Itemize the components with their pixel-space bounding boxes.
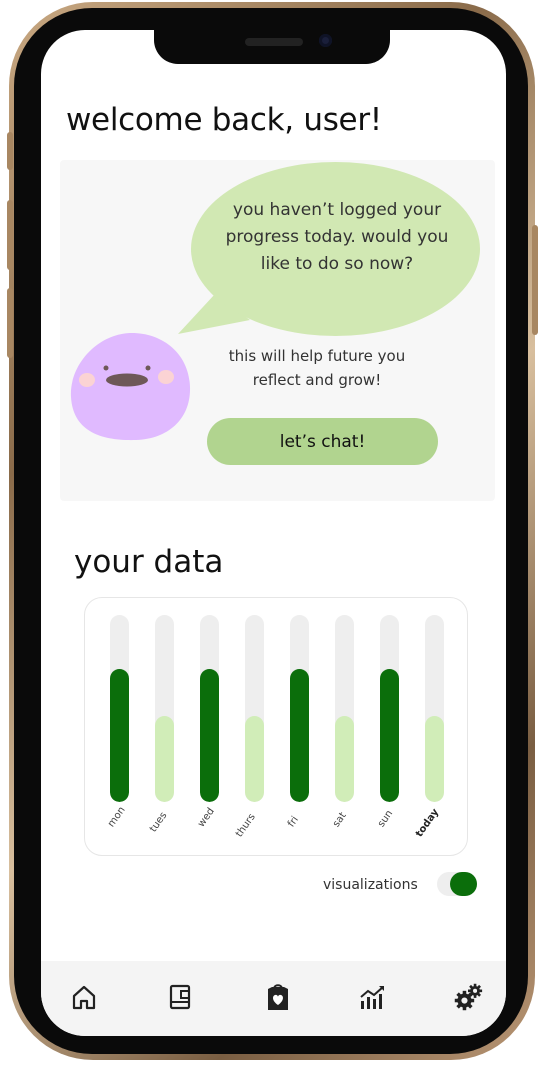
- toggle-knob: [450, 872, 477, 896]
- front-camera: [319, 34, 332, 47]
- speech-bubble-text: you haven’t logged your progress today. …: [225, 200, 449, 274]
- silent-switch: [7, 132, 13, 170]
- bar-mon: [110, 669, 129, 802]
- volume-down-button: [7, 288, 13, 358]
- bar-sun: [380, 669, 399, 802]
- nav-self-care[interactable]: [263, 982, 293, 1012]
- nav-journal[interactable]: [165, 982, 195, 1012]
- volume-up-button: [7, 200, 13, 270]
- visualizations-toggle[interactable]: [437, 872, 477, 896]
- bar-track-today: [425, 615, 444, 802]
- nav-home[interactable]: [69, 982, 99, 1012]
- bar-tues: [155, 716, 174, 802]
- bar-track-tues: [155, 615, 174, 802]
- bar-today: [425, 716, 444, 802]
- visualizations-label: visualizations: [323, 877, 418, 893]
- nav-stats[interactable]: [357, 982, 387, 1012]
- bar-fri: [290, 669, 309, 802]
- section-title: your data: [74, 544, 224, 580]
- bar-wed: [200, 669, 219, 802]
- helper-text: this will help future you reflect and gr…: [228, 347, 406, 389]
- home-icon: [72, 985, 96, 1010]
- bar-track-thurs: [245, 615, 264, 802]
- gears-icon: [454, 983, 483, 1011]
- data-chart-card: [84, 597, 468, 856]
- power-button: [532, 225, 538, 335]
- nav-settings[interactable]: [453, 982, 483, 1012]
- lets-chat-button[interactable]: let’s chat!: [207, 418, 438, 465]
- journal-icon: [169, 984, 191, 1010]
- page-title: welcome back, user!: [66, 102, 382, 138]
- bar-track-wed: [200, 615, 219, 802]
- bar-track-sat: [335, 615, 354, 802]
- avatar-blob-icon: [70, 333, 191, 441]
- speaker-grille: [245, 38, 303, 46]
- stats-icon: [360, 986, 384, 1009]
- bar-sat: [335, 716, 354, 802]
- heart-bag-icon: [268, 984, 288, 1010]
- bar-track-fri: [290, 615, 309, 802]
- bar-thurs: [245, 716, 264, 802]
- bar-track-mon: [110, 615, 129, 802]
- bar-track-sun: [380, 615, 399, 802]
- notch: [154, 30, 390, 64]
